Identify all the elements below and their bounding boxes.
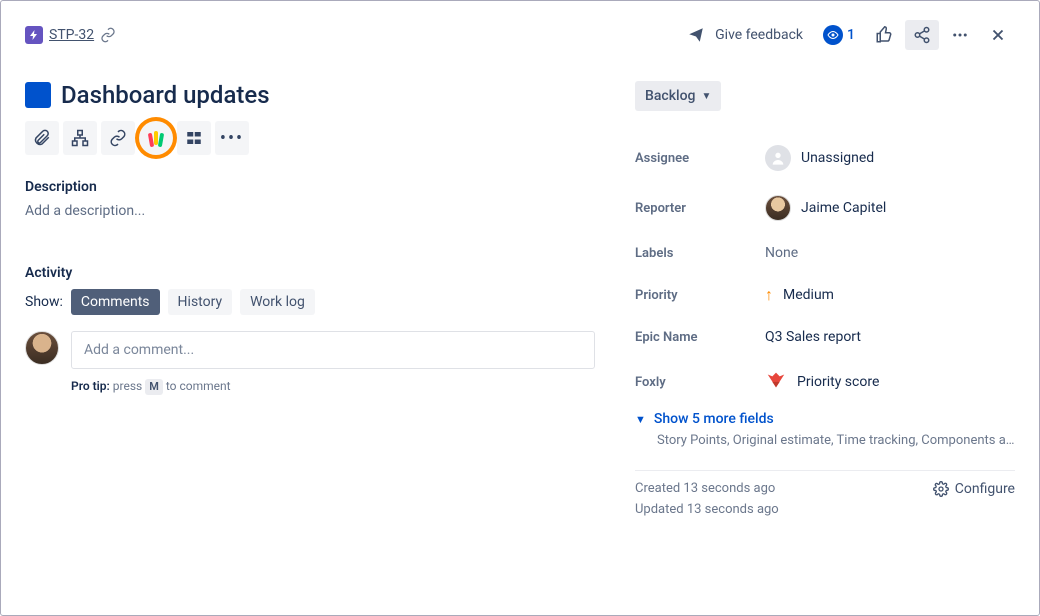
monday-logo-icon [149,131,163,145]
toolbar-more-button[interactable]: ••• [215,121,249,155]
reporter-avatar [765,195,791,221]
field-foxly[interactable]: Foxly Priority score [635,357,1015,407]
watch-count: 1 [847,27,855,43]
close-button[interactable] [981,20,1015,50]
link-issue-button[interactable] [101,121,135,155]
copy-link-icon[interactable] [100,27,116,43]
show-more-fields-desc: Story Points, Original estimate, Time tr… [657,433,1015,448]
activity-heading: Activity [25,265,595,281]
field-reporter[interactable]: Reporter Jaime Capitel [635,183,1015,233]
show-more-fields-button[interactable]: ▼ Show 5 more fields [635,411,1015,427]
activity-show-label: Show: [25,294,63,310]
updated-text: Updated 13 seconds ago [635,502,779,517]
configure-button[interactable]: Configure [933,481,1015,497]
separator [635,470,1015,471]
breadcrumb: STP-32 [25,26,116,44]
created-text: Created 13 seconds ago [635,481,779,496]
priority-medium-icon: ↑ [765,285,773,305]
description-field[interactable]: Add a description... [25,203,595,219]
status-dropdown[interactable]: Backlog ▼ [635,81,721,111]
protip: Pro tip: press M to comment [71,379,595,395]
issue-title[interactable]: Dashboard updates [61,81,270,109]
issue-key-link[interactable]: STP-32 [49,27,94,43]
field-epic-name[interactable]: Epic Name Q3 Sales report [635,317,1015,357]
field-labels[interactable]: Labels None [635,233,1015,273]
give-feedback-label: Give feedback [715,27,803,43]
tab-comments[interactable]: Comments [71,289,160,315]
chevron-down-icon: ▼ [635,413,646,426]
epic-color-swatch[interactable] [25,82,51,108]
description-label: Description [25,179,595,195]
more-actions-button[interactable] [943,20,977,50]
current-user-avatar [25,331,59,365]
watch-button[interactable]: 1 [815,19,863,51]
fox-icon [765,369,787,395]
vote-button[interactable] [867,20,901,50]
share-button[interactable] [905,20,939,50]
attach-button[interactable] [25,121,59,155]
field-assignee[interactable]: Assignee Unassigned [635,133,1015,183]
give-feedback-button[interactable]: Give feedback [679,20,811,50]
field-priority[interactable]: Priority ↑ Medium [635,273,1015,317]
ellipsis-icon: ••• [220,128,244,149]
tab-worklog[interactable]: Work log [240,289,315,315]
status-label: Backlog [645,88,695,104]
epic-issuetype-icon [25,26,43,44]
tab-history[interactable]: History [168,289,233,315]
chevron-down-icon: ▼ [701,91,711,102]
unassigned-avatar-icon [765,145,791,171]
add-child-issue-button[interactable] [63,121,97,155]
comment-input[interactable]: Add a comment... [71,331,595,369]
monday-addon-button[interactable] [139,121,173,155]
watch-eye-icon [823,25,843,45]
addon-button[interactable] [177,121,211,155]
